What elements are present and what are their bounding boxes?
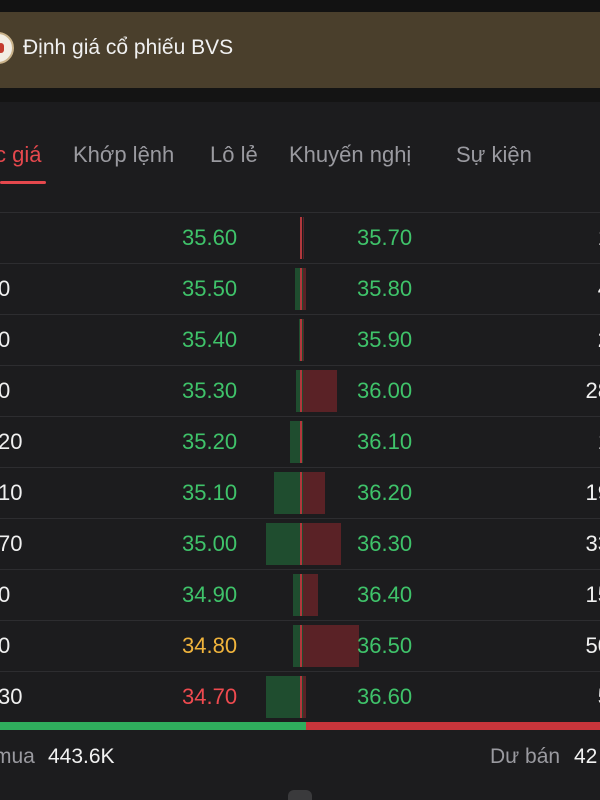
buy-sell-balance-bar	[0, 722, 600, 730]
center-divider	[300, 319, 302, 361]
total-buy-value: 443.6K	[48, 745, 115, 768]
tab-recommendations[interactable]: Khuyến nghị	[289, 142, 411, 168]
bid-volume-bar	[266, 523, 303, 565]
totals-row: mua 443.6K Dư bán 42	[0, 745, 600, 775]
order-book-row[interactable]: 035.5035.804	[0, 263, 600, 314]
ask-volume-bar	[303, 217, 304, 259]
center-divider	[300, 625, 302, 667]
section-gap	[0, 88, 600, 102]
total-sell-label: Dư bán	[490, 745, 561, 768]
bid-volume-bar	[274, 472, 303, 514]
bid-volume-bar	[266, 676, 303, 718]
center-divider	[300, 523, 302, 565]
ask-price: 36.30	[357, 531, 413, 556]
valuation-banner[interactable]: Định giá cổ phiếu BVS	[0, 12, 600, 88]
tab-bar: c giá Khớp lệnh Lô lẻ Khuyến nghị Sự kiệ…	[0, 102, 600, 212]
ask-price: 35.70	[357, 225, 413, 250]
bid-price: 35.60	[182, 225, 238, 250]
ask-price: 36.50	[357, 633, 413, 658]
ask-volume-bar	[303, 319, 304, 361]
total-sell-value: 42	[574, 745, 598, 768]
center-divider	[300, 217, 302, 259]
ask-volume-bar	[303, 676, 306, 718]
order-book-row[interactable]: 3034.7036.605	[0, 671, 600, 723]
ask-volume-bar	[303, 472, 325, 514]
bid-price: 34.80	[182, 633, 238, 658]
center-divider	[300, 370, 302, 412]
center-divider	[300, 676, 302, 718]
ask-price: 36.10	[357, 429, 413, 454]
order-book-row[interactable]: 0 34.90 36.40 15	[0, 569, 600, 620]
order-book: 35.6035.701035.5035.804035.4035.902035.3…	[0, 212, 600, 723]
ask-price: 35.80	[357, 276, 413, 301]
bid-volume: 0	[0, 327, 11, 352]
tab-matched-orders[interactable]: Khớp lệnh	[73, 142, 174, 168]
ask-volume-bar	[303, 574, 318, 616]
tab-price-steps[interactable]: c giá	[0, 142, 41, 168]
bid-volume: 0	[0, 633, 11, 658]
ask-price: 36.00	[357, 378, 413, 403]
bid-volume: 30	[0, 684, 23, 709]
ask-volume: 19	[585, 480, 600, 505]
ask-volume: 50	[585, 633, 600, 658]
bid-volume: 10	[0, 480, 23, 505]
ask-price: 36.40	[357, 582, 413, 607]
bid-price: 35.10	[182, 480, 238, 505]
ask-price: 35.90	[357, 327, 413, 352]
bid-price: 35.50	[182, 276, 238, 301]
center-divider	[300, 472, 302, 514]
order-book-row[interactable]: 70 35.00 36.30 33	[0, 518, 600, 569]
ask-volume-bar	[303, 370, 337, 412]
bid-volume: 0	[0, 276, 11, 301]
banner-title: Định giá cổ phiếu BVS	[23, 36, 234, 59]
ask-volume: 33	[585, 531, 600, 556]
ask-price: 36.20	[357, 480, 413, 505]
ask-volume-bar	[303, 268, 306, 310]
bid-volume: 0	[0, 582, 11, 607]
total-buy-label: mua	[0, 745, 35, 768]
order-book-row[interactable]: 0 35.30 36.00 28	[0, 365, 600, 416]
center-divider	[300, 268, 302, 310]
sell-balance-fill	[306, 722, 600, 730]
tab-events[interactable]: Sự kiện	[456, 142, 532, 168]
ask-volume-bar	[303, 523, 341, 565]
bid-price: 34.70	[182, 684, 238, 709]
order-book-row[interactable]: 35.6035.701	[0, 212, 600, 263]
bid-price: 34.90	[182, 582, 238, 607]
bid-price: 35.40	[182, 327, 238, 352]
order-book-row[interactable]: 035.4035.902	[0, 314, 600, 365]
order-book-row[interactable]: 10 35.10 36.20 19	[0, 467, 600, 518]
bid-volume: 20	[0, 429, 23, 454]
bid-price: 35.00	[182, 531, 238, 556]
bid-volume: 70	[0, 531, 23, 556]
ask-volume: 28	[585, 378, 600, 403]
order-book-row[interactable]: 0 34.80 36.50 50	[0, 620, 600, 671]
drag-handle[interactable]	[288, 790, 312, 800]
tab-odd-lots[interactable]: Lô lẻ	[210, 142, 258, 168]
order-book-row[interactable]: 2035.2036.101	[0, 416, 600, 467]
status-strip	[0, 0, 600, 12]
ask-price: 36.60	[357, 684, 413, 709]
bid-volume: 0	[0, 378, 11, 403]
buy-balance-fill	[0, 722, 306, 730]
ask-volume: 15	[585, 582, 600, 607]
ask-volume-bar	[303, 625, 359, 667]
active-tab-indicator	[0, 181, 46, 184]
center-divider	[300, 421, 302, 463]
bid-price: 35.20	[182, 429, 238, 454]
center-divider	[300, 574, 302, 616]
bid-price: 35.30	[182, 378, 238, 403]
company-logo-icon	[0, 32, 14, 64]
